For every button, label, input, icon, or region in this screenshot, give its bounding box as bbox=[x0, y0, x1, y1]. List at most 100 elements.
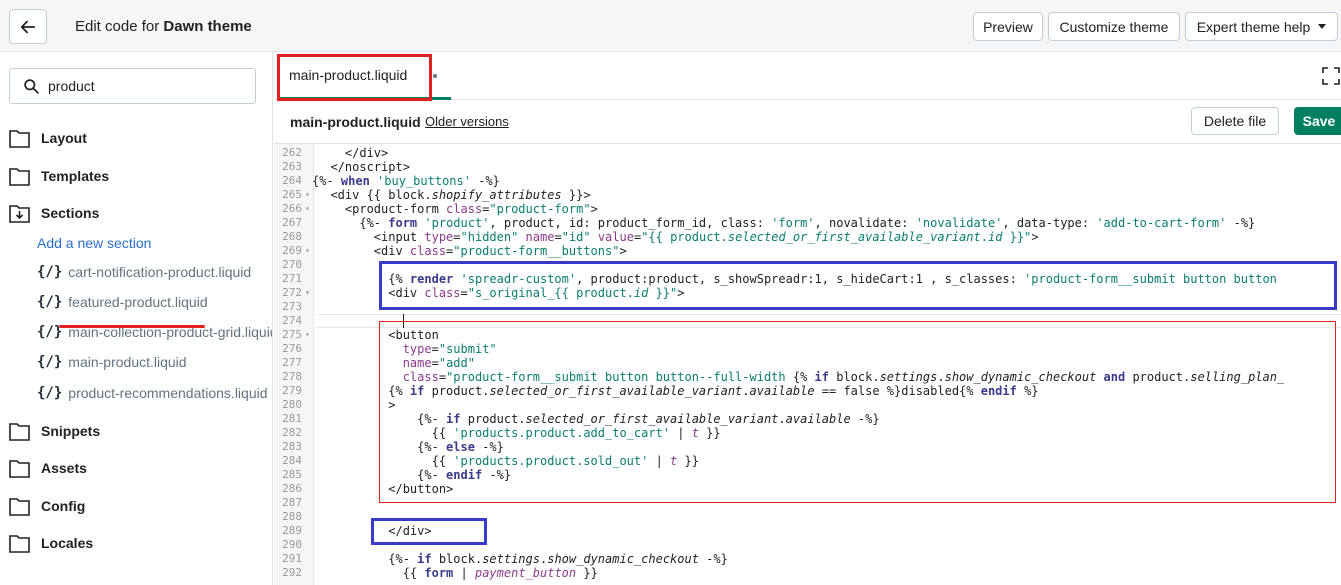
line-number: 273 bbox=[282, 300, 302, 313]
preview-button[interactable]: Preview bbox=[973, 12, 1043, 41]
folder-assets[interactable]: Assets bbox=[9, 457, 87, 479]
code-file-icon: {/} bbox=[37, 264, 63, 280]
code-line: <div class="product-form__buttons"> bbox=[316, 244, 627, 258]
code-line: </div> bbox=[316, 146, 389, 160]
file-featured-product[interactable]: {/} featured-product.liquid bbox=[37, 292, 208, 312]
search-icon bbox=[24, 79, 39, 94]
line-number: 271 bbox=[282, 272, 302, 285]
line-number: 274 bbox=[282, 314, 302, 327]
folder-locales[interactable]: Locales bbox=[9, 532, 93, 554]
line-number: 278 bbox=[282, 370, 302, 383]
line-number: 288 bbox=[282, 510, 302, 523]
code-line: {%- when 'buy_buttons' -%} bbox=[312, 174, 500, 188]
tab-bar: main-product.liquid bbox=[274, 52, 1341, 100]
line-number: 275 bbox=[282, 328, 302, 341]
fold-arrow-icon[interactable]: ▾ bbox=[305, 188, 310, 202]
line-number: 285 bbox=[282, 468, 302, 481]
folder-icon bbox=[9, 459, 30, 478]
folder-open-icon bbox=[9, 204, 30, 223]
expert-help-label: Expert theme help bbox=[1196, 18, 1311, 35]
file-label: main-product.liquid bbox=[68, 354, 187, 370]
fold-arrow-icon[interactable]: ▾ bbox=[305, 328, 310, 342]
folder-icon bbox=[9, 534, 30, 553]
line-number: 268 bbox=[282, 230, 302, 243]
fold-arrow-icon[interactable]: ▾ bbox=[305, 202, 310, 216]
line-number: 263 bbox=[282, 160, 302, 173]
add-section-link[interactable]: Add a new section bbox=[37, 235, 151, 251]
folder-label: Layout bbox=[41, 130, 87, 146]
title-prefix: Edit code for bbox=[75, 18, 164, 35]
line-number: 262 bbox=[282, 146, 302, 159]
save-button[interactable]: Save bbox=[1294, 107, 1341, 135]
line-number: 291 bbox=[282, 552, 302, 565]
file-label: cart-notification-product.liquid bbox=[68, 264, 252, 280]
folder-config[interactable]: Config bbox=[9, 495, 85, 517]
file-label: featured-product.liquid bbox=[68, 294, 208, 310]
folder-label: Templates bbox=[41, 168, 110, 184]
code-line: <div {{ block.shopify_attributes }}> bbox=[316, 188, 591, 202]
line-number: 284 bbox=[282, 454, 302, 467]
folder-templates[interactable]: Templates bbox=[9, 165, 109, 187]
older-versions-link[interactable]: Older versions bbox=[425, 114, 509, 129]
line-number: 276 bbox=[282, 342, 302, 355]
folder-label: Sections bbox=[41, 205, 100, 221]
code-line: {%- if block.settings.show_dynamic_check… bbox=[316, 552, 728, 566]
fold-arrow-icon[interactable]: ▾ bbox=[305, 244, 310, 258]
folder-icon bbox=[9, 167, 30, 186]
fullscreen-icon[interactable] bbox=[1322, 67, 1340, 85]
expert-help-button[interactable]: Expert theme help bbox=[1185, 12, 1338, 41]
folder-label: Locales bbox=[41, 535, 94, 551]
fold-arrow-icon[interactable]: ▾ bbox=[305, 286, 310, 300]
line-number: 282 bbox=[282, 426, 302, 439]
line-number: 290 bbox=[282, 538, 302, 551]
search-input[interactable] bbox=[48, 77, 248, 95]
folder-label: Snippets bbox=[41, 423, 101, 439]
folder-icon bbox=[9, 129, 30, 148]
code-line: </noscript> bbox=[316, 160, 410, 174]
code-file-icon: {/} bbox=[37, 385, 63, 401]
customize-theme-button[interactable]: Customize theme bbox=[1048, 12, 1180, 41]
line-number: 283 bbox=[282, 440, 302, 453]
line-number: 281 bbox=[282, 412, 302, 425]
red-box-annotation bbox=[277, 54, 432, 101]
file-main-product[interactable]: {/} main-product.liquid bbox=[37, 352, 187, 372]
arrow-left-icon bbox=[20, 20, 36, 33]
folder-snippets[interactable]: Snippets bbox=[9, 420, 100, 442]
file-label: product-recommendations.liquid bbox=[68, 385, 268, 401]
code-line: {%- form 'product', product, id: product… bbox=[316, 216, 1256, 230]
file-cart-notification-product[interactable]: {/} cart-notification-product.liquid bbox=[37, 262, 251, 282]
folder-icon bbox=[9, 422, 30, 441]
code-line: <input type="hidden" name="id" value="{{… bbox=[316, 230, 1039, 244]
file-product-recommendations[interactable]: {/} product-recommendations.liquid bbox=[37, 383, 268, 403]
line-number: 272 bbox=[282, 286, 302, 299]
line-number: 270 bbox=[282, 258, 302, 271]
page-title: Edit code for Dawn theme bbox=[75, 18, 252, 35]
code-file-icon: {/} bbox=[37, 354, 63, 370]
code-line: {{ form | payment_button }} bbox=[316, 566, 598, 580]
line-number: 286 bbox=[282, 482, 302, 495]
top-bar: Edit code for Dawn theme Preview Customi… bbox=[0, 0, 1341, 52]
code-file-icon: {/} bbox=[37, 294, 63, 310]
file-header: main-product.liquid Older versions Delet… bbox=[274, 101, 1341, 143]
line-number: 280 bbox=[282, 398, 302, 411]
folder-icon bbox=[9, 497, 30, 516]
delete-file-button[interactable]: Delete file bbox=[1191, 107, 1279, 135]
file-sidebar: Layout Templates Sections Add a new sect… bbox=[0, 52, 273, 585]
search-box[interactable] bbox=[9, 68, 256, 104]
line-number: 267 bbox=[282, 216, 302, 229]
line-number: 277 bbox=[282, 356, 302, 369]
back-button[interactable] bbox=[9, 9, 47, 44]
current-filename: main-product.liquid bbox=[290, 114, 421, 130]
blue-box-annotation bbox=[371, 518, 487, 545]
folder-sections[interactable]: Sections bbox=[9, 202, 99, 224]
line-number: 269 bbox=[282, 244, 302, 257]
folder-layout[interactable]: Layout bbox=[9, 127, 87, 149]
theme-name: Dawn theme bbox=[163, 18, 252, 35]
line-number: 264 bbox=[282, 174, 302, 187]
folder-label: Config bbox=[41, 498, 86, 514]
red-underline-annotation bbox=[59, 325, 205, 328]
line-number: 292 bbox=[282, 566, 302, 579]
folder-label: Assets bbox=[41, 460, 87, 476]
line-number: 265 bbox=[282, 188, 302, 201]
caret-down-icon bbox=[1318, 24, 1327, 29]
